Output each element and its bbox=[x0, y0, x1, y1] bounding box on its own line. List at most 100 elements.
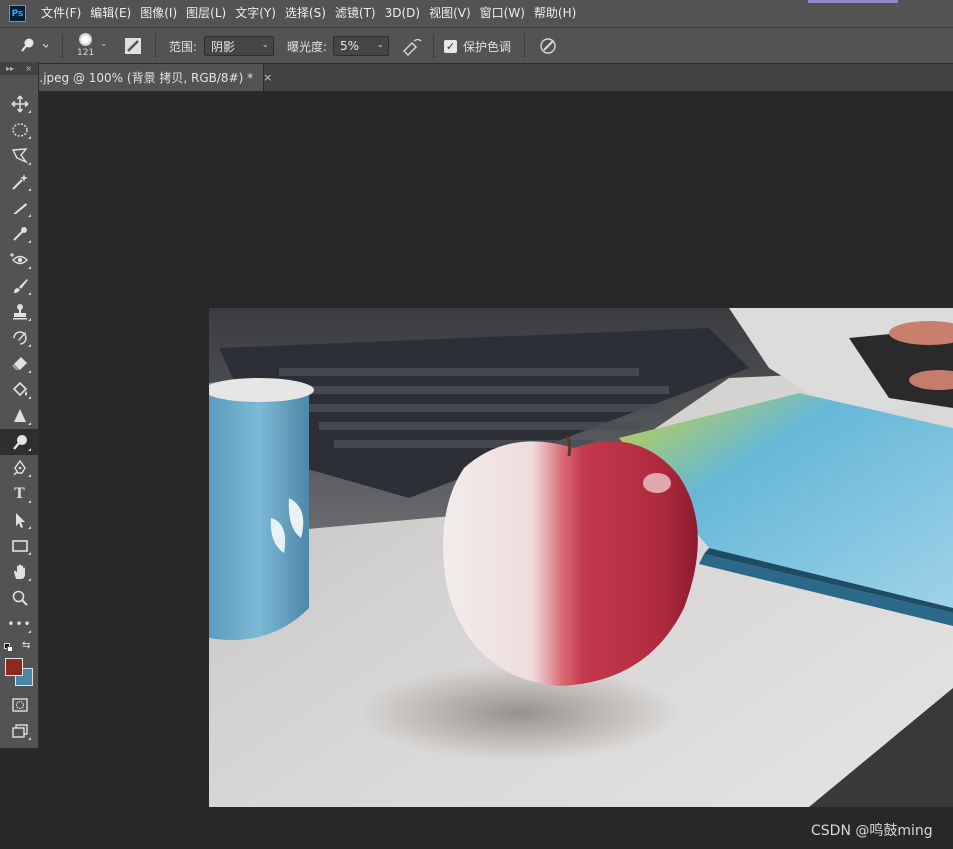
tool-preset-picker[interactable] bbox=[18, 28, 48, 64]
path-selection-tool[interactable] bbox=[0, 507, 39, 533]
tool-group-indicator bbox=[28, 422, 31, 425]
magic-wand-tool[interactable] bbox=[0, 169, 39, 195]
more-icon: ••• bbox=[7, 617, 32, 631]
paint-bucket-tool[interactable] bbox=[0, 377, 39, 403]
elliptical-marquee-tool[interactable] bbox=[0, 117, 39, 143]
zoom-tool[interactable] bbox=[0, 585, 39, 611]
pen-icon bbox=[13, 459, 26, 476]
ellipse-marquee-icon bbox=[11, 123, 28, 137]
menu-layer[interactable]: 图层(L) bbox=[182, 0, 230, 27]
tool-group-indicator bbox=[28, 266, 31, 269]
hand-tool[interactable] bbox=[0, 559, 39, 585]
brush-picker[interactable]: 121 ⌄ bbox=[76, 28, 110, 64]
chevron-down-icon: ⌄ bbox=[376, 40, 384, 50]
exposure-value: 5% bbox=[340, 39, 360, 53]
menu-window[interactable]: 窗口(W) bbox=[476, 0, 529, 27]
polygonal-lasso-icon bbox=[11, 148, 28, 164]
collapse-panel-icon[interactable]: ▸▸ bbox=[6, 64, 14, 73]
brush-tool[interactable] bbox=[0, 273, 39, 299]
tool-group-indicator bbox=[28, 188, 31, 191]
tool-group-indicator bbox=[28, 396, 31, 399]
brush-settings-button[interactable] bbox=[123, 28, 143, 64]
eraser-icon bbox=[11, 357, 27, 370]
protect-tones-checkbox[interactable]: ✓ 保护色调 bbox=[444, 28, 511, 64]
default-colors-icon[interactable] bbox=[4, 643, 13, 652]
tool-group-indicator bbox=[28, 214, 31, 217]
menu-image[interactable]: 图像(I) bbox=[136, 0, 181, 27]
move-tool[interactable] bbox=[0, 91, 39, 117]
zoom-icon bbox=[12, 590, 28, 606]
edit-toolbar[interactable]: ••• bbox=[0, 611, 39, 637]
document-tab-bar: e.jpeg @ 100% (背景 拷贝, RGB/8#) * × bbox=[0, 64, 953, 91]
polygonal-lasso-tool[interactable] bbox=[0, 143, 39, 169]
title-accent-bar bbox=[808, 0, 898, 3]
tool-group-indicator bbox=[28, 162, 31, 165]
document-tab[interactable]: e.jpeg @ 100% (背景 拷贝, RGB/8#) * × bbox=[0, 64, 272, 91]
tool-group-indicator bbox=[28, 737, 31, 740]
photoshop-window: Ps 文件(F) 编辑(E) 图像(I) 图层(L) 文字(Y) 选择(S) 滤… bbox=[0, 0, 953, 849]
eraser-tool[interactable] bbox=[0, 351, 39, 377]
eyedropper-icon bbox=[12, 227, 27, 241]
range-dropdown[interactable]: 阴影 ⌄ bbox=[204, 36, 274, 56]
close-icon[interactable]: × bbox=[263, 71, 272, 84]
exposure-label: 曝光度: bbox=[287, 39, 328, 54]
clone-stamp-tool[interactable] bbox=[0, 299, 39, 325]
move-icon bbox=[11, 95, 28, 113]
brush-size-label: 121 bbox=[77, 48, 95, 58]
menu-select[interactable]: 选择(S) bbox=[281, 0, 330, 27]
tool-group-indicator bbox=[28, 552, 31, 555]
document-image[interactable] bbox=[209, 308, 953, 807]
separator bbox=[524, 34, 525, 58]
chevron-down-icon: ⌄ bbox=[100, 39, 108, 49]
menu-file[interactable]: 文件(F) bbox=[37, 0, 85, 27]
tool-options-bar: 121 ⌄ 范围: 阴影 ⌄ 曝光度: 5% ⌄ ✓ 保护色调 bbox=[0, 27, 953, 64]
rectangle-tool[interactable] bbox=[0, 533, 39, 559]
tool-group-indicator bbox=[28, 110, 31, 113]
screen-mode-button[interactable] bbox=[0, 718, 39, 744]
slice-tool[interactable] bbox=[0, 195, 39, 221]
airbrush-toggle[interactable] bbox=[401, 28, 423, 64]
swap-colors-icon[interactable]: ⇆ bbox=[22, 640, 30, 651]
quick-mask-icon bbox=[11, 698, 28, 712]
path-selection-arrow-icon bbox=[15, 513, 25, 528]
exposure-dropdown[interactable]: 5% ⌄ bbox=[333, 36, 389, 56]
spot-healing-tool[interactable] bbox=[0, 247, 39, 273]
menu-edit[interactable]: 编辑(E) bbox=[86, 0, 135, 27]
tool-group-indicator bbox=[28, 240, 31, 243]
close-icon[interactable]: × bbox=[25, 64, 32, 73]
menu-view[interactable]: 视图(V) bbox=[425, 0, 475, 27]
menu-help[interactable]: 帮助(H) bbox=[530, 0, 580, 27]
tool-group-indicator bbox=[28, 578, 31, 581]
menu-filter[interactable]: 滤镜(T) bbox=[331, 0, 380, 27]
photoshop-logo-icon[interactable]: Ps bbox=[9, 5, 26, 22]
brush-settings-icon bbox=[125, 38, 141, 54]
slice-knife-icon bbox=[12, 203, 27, 214]
hand-icon bbox=[13, 564, 25, 579]
tools-panel-header: ▸▸ × bbox=[0, 62, 38, 75]
soft-brush-icon bbox=[79, 33, 92, 46]
dodge-tool[interactable] bbox=[0, 429, 39, 455]
document-tab-title: e.jpeg @ 100% (背景 拷贝, RGB/8#) * bbox=[32, 71, 254, 85]
separator bbox=[62, 34, 63, 58]
tools-panel: ▸▸ × T ••• ⇆ bbox=[0, 62, 39, 748]
airbrush-icon bbox=[403, 38, 422, 56]
protect-tones-label: 保护色调 bbox=[463, 39, 512, 54]
pressure-size-button[interactable] bbox=[538, 28, 558, 64]
menu-type[interactable]: 文字(Y) bbox=[231, 0, 280, 27]
pen-tool[interactable] bbox=[0, 455, 39, 481]
eyedropper-tool[interactable] bbox=[0, 221, 39, 247]
tool-group-indicator bbox=[28, 448, 31, 451]
history-brush-icon bbox=[12, 331, 27, 345]
blur-tool[interactable] bbox=[0, 403, 39, 429]
dodge-tool-preset-icon bbox=[21, 38, 48, 52]
type-tool[interactable]: T bbox=[0, 481, 39, 507]
menu-3d[interactable]: 3D(D) bbox=[381, 0, 424, 27]
menu-bar: Ps 文件(F) 编辑(E) 图像(I) 图层(L) 文字(Y) 选择(S) 滤… bbox=[0, 0, 953, 27]
history-brush-tool[interactable] bbox=[0, 325, 39, 351]
foreground-color-swatch[interactable] bbox=[5, 658, 23, 676]
screen-mode-icon bbox=[11, 724, 28, 738]
chevron-down-icon: ⌄ bbox=[261, 40, 269, 50]
separator bbox=[433, 34, 434, 58]
quick-mask-button[interactable] bbox=[0, 692, 39, 718]
brush-icon bbox=[13, 279, 28, 293]
